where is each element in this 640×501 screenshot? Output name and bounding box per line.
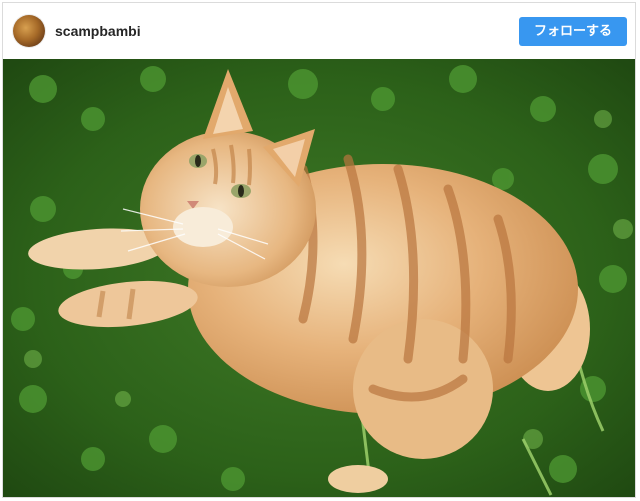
embedded-post-card: scampbambi フォローする <box>2 2 636 498</box>
post-header: scampbambi フォローする <box>3 3 635 59</box>
post-photo[interactable] <box>3 59 635 497</box>
username-link[interactable]: scampbambi <box>55 23 141 39</box>
profile-avatar[interactable] <box>13 15 45 47</box>
follow-button[interactable]: フォローする <box>519 17 627 46</box>
cat-photo-icon <box>3 59 635 497</box>
